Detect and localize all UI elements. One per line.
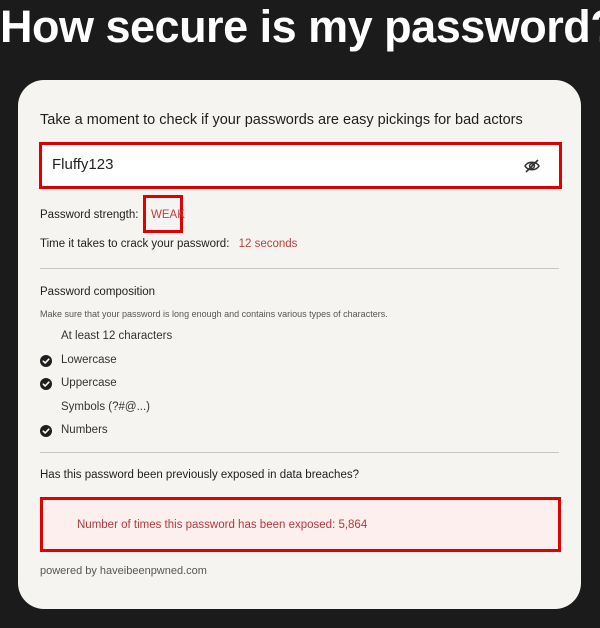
check-icon (40, 378, 52, 390)
crack-time-value: 12 seconds (238, 238, 298, 250)
composition-item-label: Symbols (?#@...) (61, 400, 151, 413)
divider (40, 268, 559, 269)
breach-heading: Has this password been previously expose… (40, 469, 359, 481)
strength-label: Password strength: (40, 209, 139, 221)
check-icon (40, 331, 52, 343)
page-title: How secure is my password? (0, 1, 600, 52)
composition-list: At least 12 characters Lowercase Upperca… (40, 325, 440, 443)
composition-item-length: At least 12 characters (40, 325, 440, 349)
password-checker-card: Take a moment to check if your passwords… (18, 80, 581, 609)
strength-value: WEAK (151, 209, 185, 221)
crack-time-label: Time it takes to crack your password: (40, 238, 230, 250)
composition-item-label: At least 12 characters (61, 330, 173, 342)
breach-result-box: Number of times this password has been e… (40, 497, 561, 552)
check-icon (40, 425, 52, 437)
breach-result-text: Number of times this password has been e… (77, 519, 368, 531)
powered-by: powered by haveibeenpwned.com (40, 565, 207, 577)
composition-item-uppercase: Uppercase (40, 372, 440, 396)
password-value[interactable]: Fluffy123 (52, 156, 113, 173)
composition-item-label: Numbers (61, 424, 108, 436)
composition-item-label: Uppercase (61, 377, 117, 389)
check-icon (40, 402, 52, 414)
crack-time-row: Time it takes to crack your password: 12… (40, 238, 297, 250)
composition-item-numbers: Numbers (40, 419, 440, 443)
composition-item-label: Lowercase (61, 353, 117, 366)
eye-slash-icon[interactable] (523, 157, 541, 175)
intro-text: Take a moment to check if your passwords… (40, 112, 523, 128)
check-icon (40, 354, 52, 367)
divider (40, 452, 559, 453)
strength-badge: WEAK (143, 195, 185, 233)
composition-item-symbols: Symbols (?#@...) (40, 396, 440, 420)
composition-heading: Password composition (40, 286, 156, 298)
password-input[interactable]: Fluffy123 (39, 142, 562, 189)
composition-note: Make sure that your password is long eno… (40, 309, 388, 319)
composition-item-lowercase: Lowercase (40, 349, 440, 373)
